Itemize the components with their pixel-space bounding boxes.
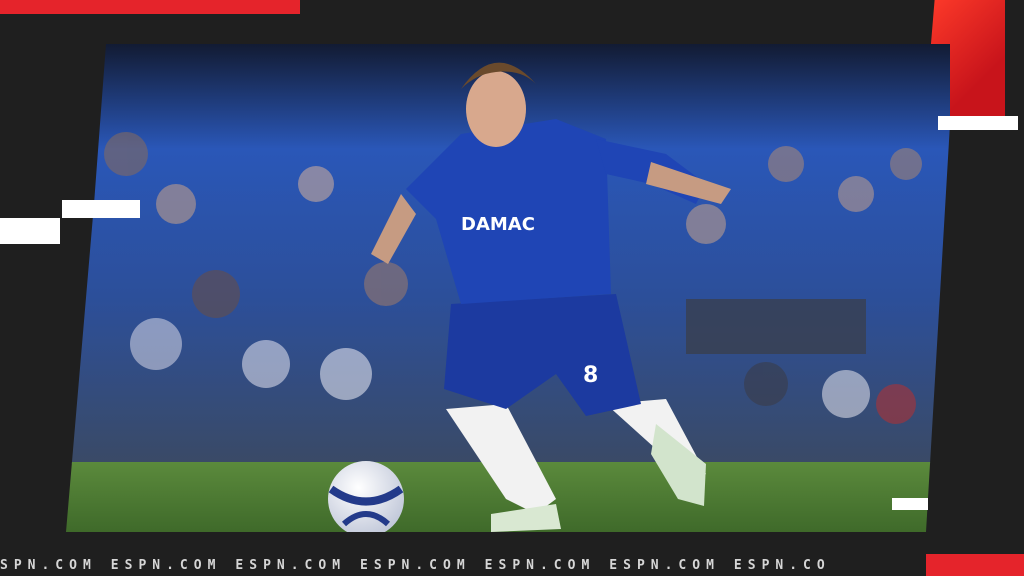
footer-text: ESPN.COM: [235, 557, 347, 573]
red-accent-bar-top: [0, 0, 300, 14]
footer-text: ESPN.COM: [110, 557, 222, 573]
white-accent-right-top: [938, 116, 1018, 130]
white-accent-left-2: [62, 200, 140, 218]
shirt-sponsor-text: DAMAC: [461, 214, 535, 235]
footer-text: ESPN.COM: [360, 557, 471, 573]
white-accent-right-bottom: [892, 498, 928, 510]
footer-espn-strip: SPN.COM ESPN.COM ESPN.COM ESPN.COM ESPN.…: [0, 554, 926, 576]
footer-text: ESPN.COM: [484, 557, 596, 573]
red-accent-bar-bottom: [926, 554, 1024, 576]
player-photo: DAMAC 8: [66, 44, 950, 532]
white-accent-left-1: [0, 218, 60, 244]
footer-text: SPN.COM: [0, 557, 97, 573]
shorts-number-text: 8: [583, 363, 598, 388]
footer-text: ESPN.COM: [609, 557, 720, 573]
hero-photo: DAMAC 8: [66, 44, 950, 532]
footer-text: ESPN.CO: [733, 557, 831, 573]
